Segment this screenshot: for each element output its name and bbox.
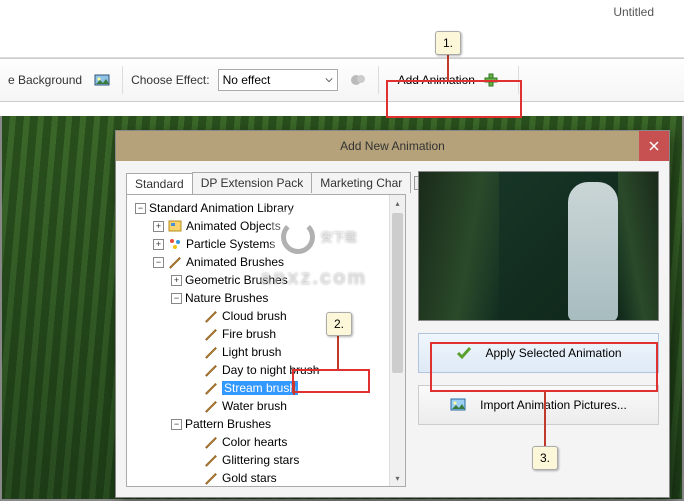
import-animation-pictures-button[interactable]: Import Animation Pictures...	[418, 385, 659, 425]
tree-nature-brushes[interactable]: −Nature Brushes	[131, 289, 401, 307]
collapse-icon[interactable]: −	[153, 257, 164, 268]
main-toolbar: e Background Choose Effect: No effect Ad…	[0, 58, 684, 102]
expand-icon[interactable]: +	[153, 221, 164, 232]
expand-icon[interactable]: +	[171, 275, 182, 286]
callout-connector	[544, 392, 546, 446]
effect-select[interactable]: No effect	[218, 69, 338, 91]
brush-icon	[203, 398, 219, 414]
tab-dp-extension[interactable]: DP Extension Pack	[192, 172, 313, 193]
brush-icon	[203, 308, 219, 324]
tree-pattern-brushes[interactable]: −Pattern Brushes	[131, 415, 401, 433]
scroll-down-arrow[interactable]: ▾	[390, 470, 405, 486]
effect-select-value: No effect	[223, 73, 271, 87]
collapse-icon[interactable]: −	[135, 203, 146, 214]
window-titlebar: Untitled	[0, 0, 684, 30]
animation-tree: −Standard Animation Library +Animated Ob…	[126, 195, 406, 487]
toolbar-separator	[122, 66, 123, 94]
brush-icon	[203, 434, 219, 450]
effect-settings-button[interactable]	[346, 68, 370, 92]
callout-connector	[337, 335, 339, 369]
apply-selected-animation-button[interactable]: Apply Selected Animation	[418, 333, 659, 373]
callout-number-2: 2.	[326, 312, 352, 336]
scroll-up-arrow[interactable]: ▴	[390, 195, 405, 211]
tree-root[interactable]: −Standard Animation Library	[131, 199, 401, 217]
document-title: Untitled	[613, 5, 654, 19]
tree-cloud-brush[interactable]: Cloud brush	[131, 307, 401, 325]
tree-particle-systems[interactable]: +Particle Systems	[131, 235, 401, 253]
tree-geometric-brushes[interactable]: +Geometric Brushes	[131, 271, 401, 289]
tree-glittering-stars[interactable]: Glittering stars	[131, 451, 401, 469]
objects-icon	[167, 218, 183, 234]
background-icon-button[interactable]	[90, 68, 114, 92]
picture-icon	[94, 72, 110, 88]
brush-icon	[167, 254, 183, 270]
background-label: e Background	[8, 73, 82, 87]
tree-animated-brushes[interactable]: −Animated Brushes	[131, 253, 401, 271]
choose-effect-label: Choose Effect:	[131, 73, 210, 87]
callout-number-1: 1.	[435, 31, 461, 55]
tree-water-brush[interactable]: Water brush	[131, 397, 401, 415]
brush-icon	[203, 362, 219, 378]
callout-number-3: 3.	[532, 446, 558, 470]
close-icon	[649, 141, 659, 151]
tree-gold-stars[interactable]: Gold stars	[131, 469, 401, 487]
brush-icon	[203, 344, 219, 360]
animation-preview	[418, 171, 659, 321]
check-icon	[455, 344, 473, 362]
toolbar-separator	[378, 66, 379, 94]
tree-day-night-brush[interactable]: Day to night brush	[131, 361, 401, 379]
callout-connector	[293, 381, 295, 395]
dialog-close-button[interactable]	[639, 131, 669, 161]
brush-icon	[203, 470, 219, 486]
tree-scrollbar[interactable]: ▴ ▾	[389, 195, 405, 486]
plus-icon	[483, 72, 499, 88]
brush-icon	[203, 326, 219, 342]
tree-color-hearts[interactable]: Color hearts	[131, 433, 401, 451]
chevron-down-icon	[325, 76, 333, 84]
tree-animated-objects[interactable]: +Animated Objects	[131, 217, 401, 235]
expand-icon[interactable]: +	[153, 239, 164, 250]
scrollbar-thumb[interactable]	[392, 213, 403, 373]
toolbar-separator	[518, 66, 519, 94]
collapse-icon[interactable]: −	[171, 419, 182, 430]
ribbon-spacer	[0, 30, 684, 58]
brush-icon	[203, 452, 219, 468]
callout-connector	[447, 54, 449, 80]
tree-fire-brush[interactable]: Fire brush	[131, 325, 401, 343]
tree-stream-brush[interactable]: Stream brush	[131, 379, 401, 397]
add-animation-label: Add Animation	[398, 73, 475, 87]
gear-cloud-icon	[349, 71, 367, 89]
tab-standard[interactable]: Standard	[126, 173, 193, 194]
tree-light-brush[interactable]: Light brush	[131, 343, 401, 361]
apply-button-label: Apply Selected Animation	[485, 346, 621, 360]
brush-icon	[203, 380, 219, 396]
add-new-animation-dialog: Add New Animation Standard DP Extension …	[115, 130, 670, 498]
particles-icon	[167, 236, 183, 252]
dialog-titlebar[interactable]: Add New Animation	[116, 131, 669, 161]
import-button-label: Import Animation Pictures...	[480, 398, 627, 412]
tab-marketing[interactable]: Marketing Char	[311, 172, 411, 193]
animation-tabs: Standard DP Extension Pack Marketing Cha…	[126, 171, 406, 195]
import-pictures-icon	[450, 396, 468, 414]
collapse-icon[interactable]: −	[171, 293, 182, 304]
dialog-title: Add New Animation	[340, 139, 445, 153]
